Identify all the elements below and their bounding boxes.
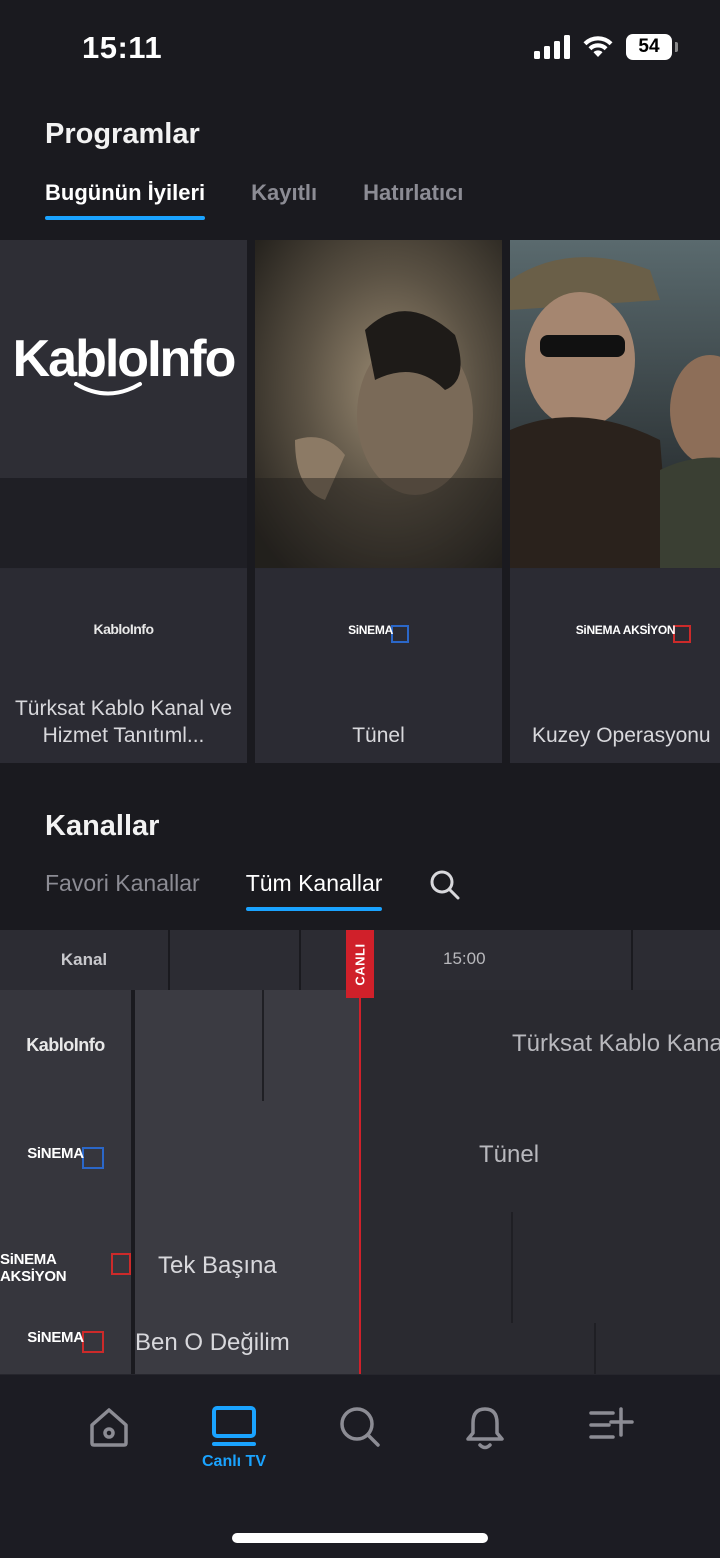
poster-tunel-image bbox=[255, 240, 502, 568]
guide-program-cell[interactable] bbox=[361, 1212, 511, 1323]
program-card[interactable]: SiNEMA Tünel bbox=[255, 240, 502, 763]
bottom-navigation: Canlı TV bbox=[0, 1374, 720, 1558]
program-card-info: SiNEMA Tünel bbox=[255, 569, 502, 763]
guide-program-cell[interactable]: Tek Başına bbox=[135, 1212, 360, 1323]
program-title: Tünel bbox=[352, 724, 405, 747]
guide-channel-logo[interactable]: SiNEMA AKSİYON bbox=[0, 1212, 133, 1323]
cellular-signal-icon bbox=[534, 35, 570, 59]
program-card-info: SiNEMA AKSİYON Kuzey Operasyonu bbox=[510, 569, 720, 763]
program-title: Kuzey Operasyonu bbox=[532, 724, 711, 747]
guide-program-cell[interactable] bbox=[596, 1323, 720, 1374]
guide-channel-column-label: Kanal bbox=[0, 930, 170, 990]
wifi-icon bbox=[583, 36, 613, 57]
program-card[interactable]: SiNEMA AKSİYON Kuzey Operasyonu bbox=[510, 240, 720, 763]
guide-program-cell[interactable]: Tünel bbox=[361, 1101, 720, 1212]
guide-channel-logo[interactable]: SiNEMA bbox=[0, 1323, 133, 1374]
tab-todays-best[interactable]: Bugünün İyileri bbox=[45, 180, 206, 220]
tab-favorite-channels[interactable]: Favori Kanallar bbox=[45, 870, 200, 911]
status-icons: 54 bbox=[534, 34, 678, 60]
nav-home[interactable] bbox=[59, 1405, 159, 1449]
nav-live-tv[interactable]: Canlı TV bbox=[184, 1405, 284, 1471]
channel-logo: SiNEMA bbox=[348, 623, 409, 643]
battery-indicator: 54 bbox=[626, 34, 678, 60]
menu-plus-icon bbox=[589, 1407, 634, 1439]
status-bar: 15:11 54 bbox=[0, 0, 720, 96]
guide-program-cell[interactable] bbox=[135, 990, 263, 1101]
programs-title: Programlar bbox=[45, 118, 200, 150]
program-thumbnail: KabloInfo bbox=[0, 240, 247, 568]
channels-title: Kanallar bbox=[45, 810, 160, 842]
guide-channel-logo[interactable]: SiNEMA bbox=[0, 1101, 133, 1212]
guide-program-cell[interactable] bbox=[513, 1212, 720, 1323]
status-time: 15:11 bbox=[82, 30, 163, 65]
channels-tabs: Favori Kanallar Tüm Kanallar bbox=[45, 870, 462, 911]
guide-program-cell[interactable] bbox=[135, 1101, 360, 1212]
nav-search[interactable] bbox=[310, 1405, 410, 1449]
bell-icon bbox=[466, 1407, 504, 1450]
nav-notifications[interactable] bbox=[435, 1405, 535, 1451]
guide-program-cell[interactable]: Türksat Kablo Kanal bbox=[361, 990, 720, 1101]
live-time-indicator bbox=[359, 998, 361, 1374]
tab-all-channels[interactable]: Tüm Kanallar bbox=[245, 870, 382, 911]
program-thumbnail bbox=[255, 240, 502, 568]
tab-reminders[interactable]: Hatırlatıcı bbox=[363, 180, 463, 220]
nav-more[interactable] bbox=[561, 1405, 661, 1445]
program-cards-carousel[interactable]: KabloInfo KabloInfo Türksat Kablo Kanal … bbox=[0, 240, 720, 763]
program-title: Türksat Kablo Kanal ve Hizmet Tanıtıml..… bbox=[14, 697, 233, 747]
programs-tabs: Bugünün İyileri Kayıtlı Hatırlatıcı bbox=[45, 180, 463, 220]
smile-logo-mark bbox=[73, 382, 142, 396]
program-card[interactable]: KabloInfo KabloInfo Türksat Kablo Kanal … bbox=[0, 240, 247, 763]
channel-logo: SiNEMA AKSİYON bbox=[576, 623, 692, 643]
search-icon[interactable] bbox=[428, 868, 462, 902]
nav-live-tv-label: Canlı TV bbox=[201, 1453, 266, 1470]
poster-kuzey-operasyonu-image bbox=[510, 240, 720, 568]
guide-program-cell[interactable]: Ben O Değilim bbox=[135, 1323, 360, 1374]
guide-program-cell[interactable] bbox=[264, 990, 360, 1101]
home-icon bbox=[90, 1408, 128, 1447]
guide-channel-logo[interactable]: KabloInfo bbox=[0, 990, 133, 1101]
program-thumbnail bbox=[510, 240, 720, 568]
channel-logo: KabloInfo bbox=[93, 621, 154, 637]
program-card-info: KabloInfo Türksat Kablo Kanal ve Hizmet … bbox=[0, 569, 247, 763]
tab-recorded[interactable]: Kayıtlı bbox=[251, 180, 317, 220]
live-badge: CANLI bbox=[346, 930, 374, 998]
tv-icon bbox=[212, 1406, 256, 1446]
guide-time-label: 15:00 bbox=[443, 949, 486, 968]
guide-program-cell[interactable] bbox=[361, 1323, 594, 1374]
search-icon bbox=[340, 1407, 380, 1447]
kabloinfo-logo: KabloInfo bbox=[12, 330, 237, 388]
home-indicator[interactable] bbox=[232, 1533, 488, 1543]
